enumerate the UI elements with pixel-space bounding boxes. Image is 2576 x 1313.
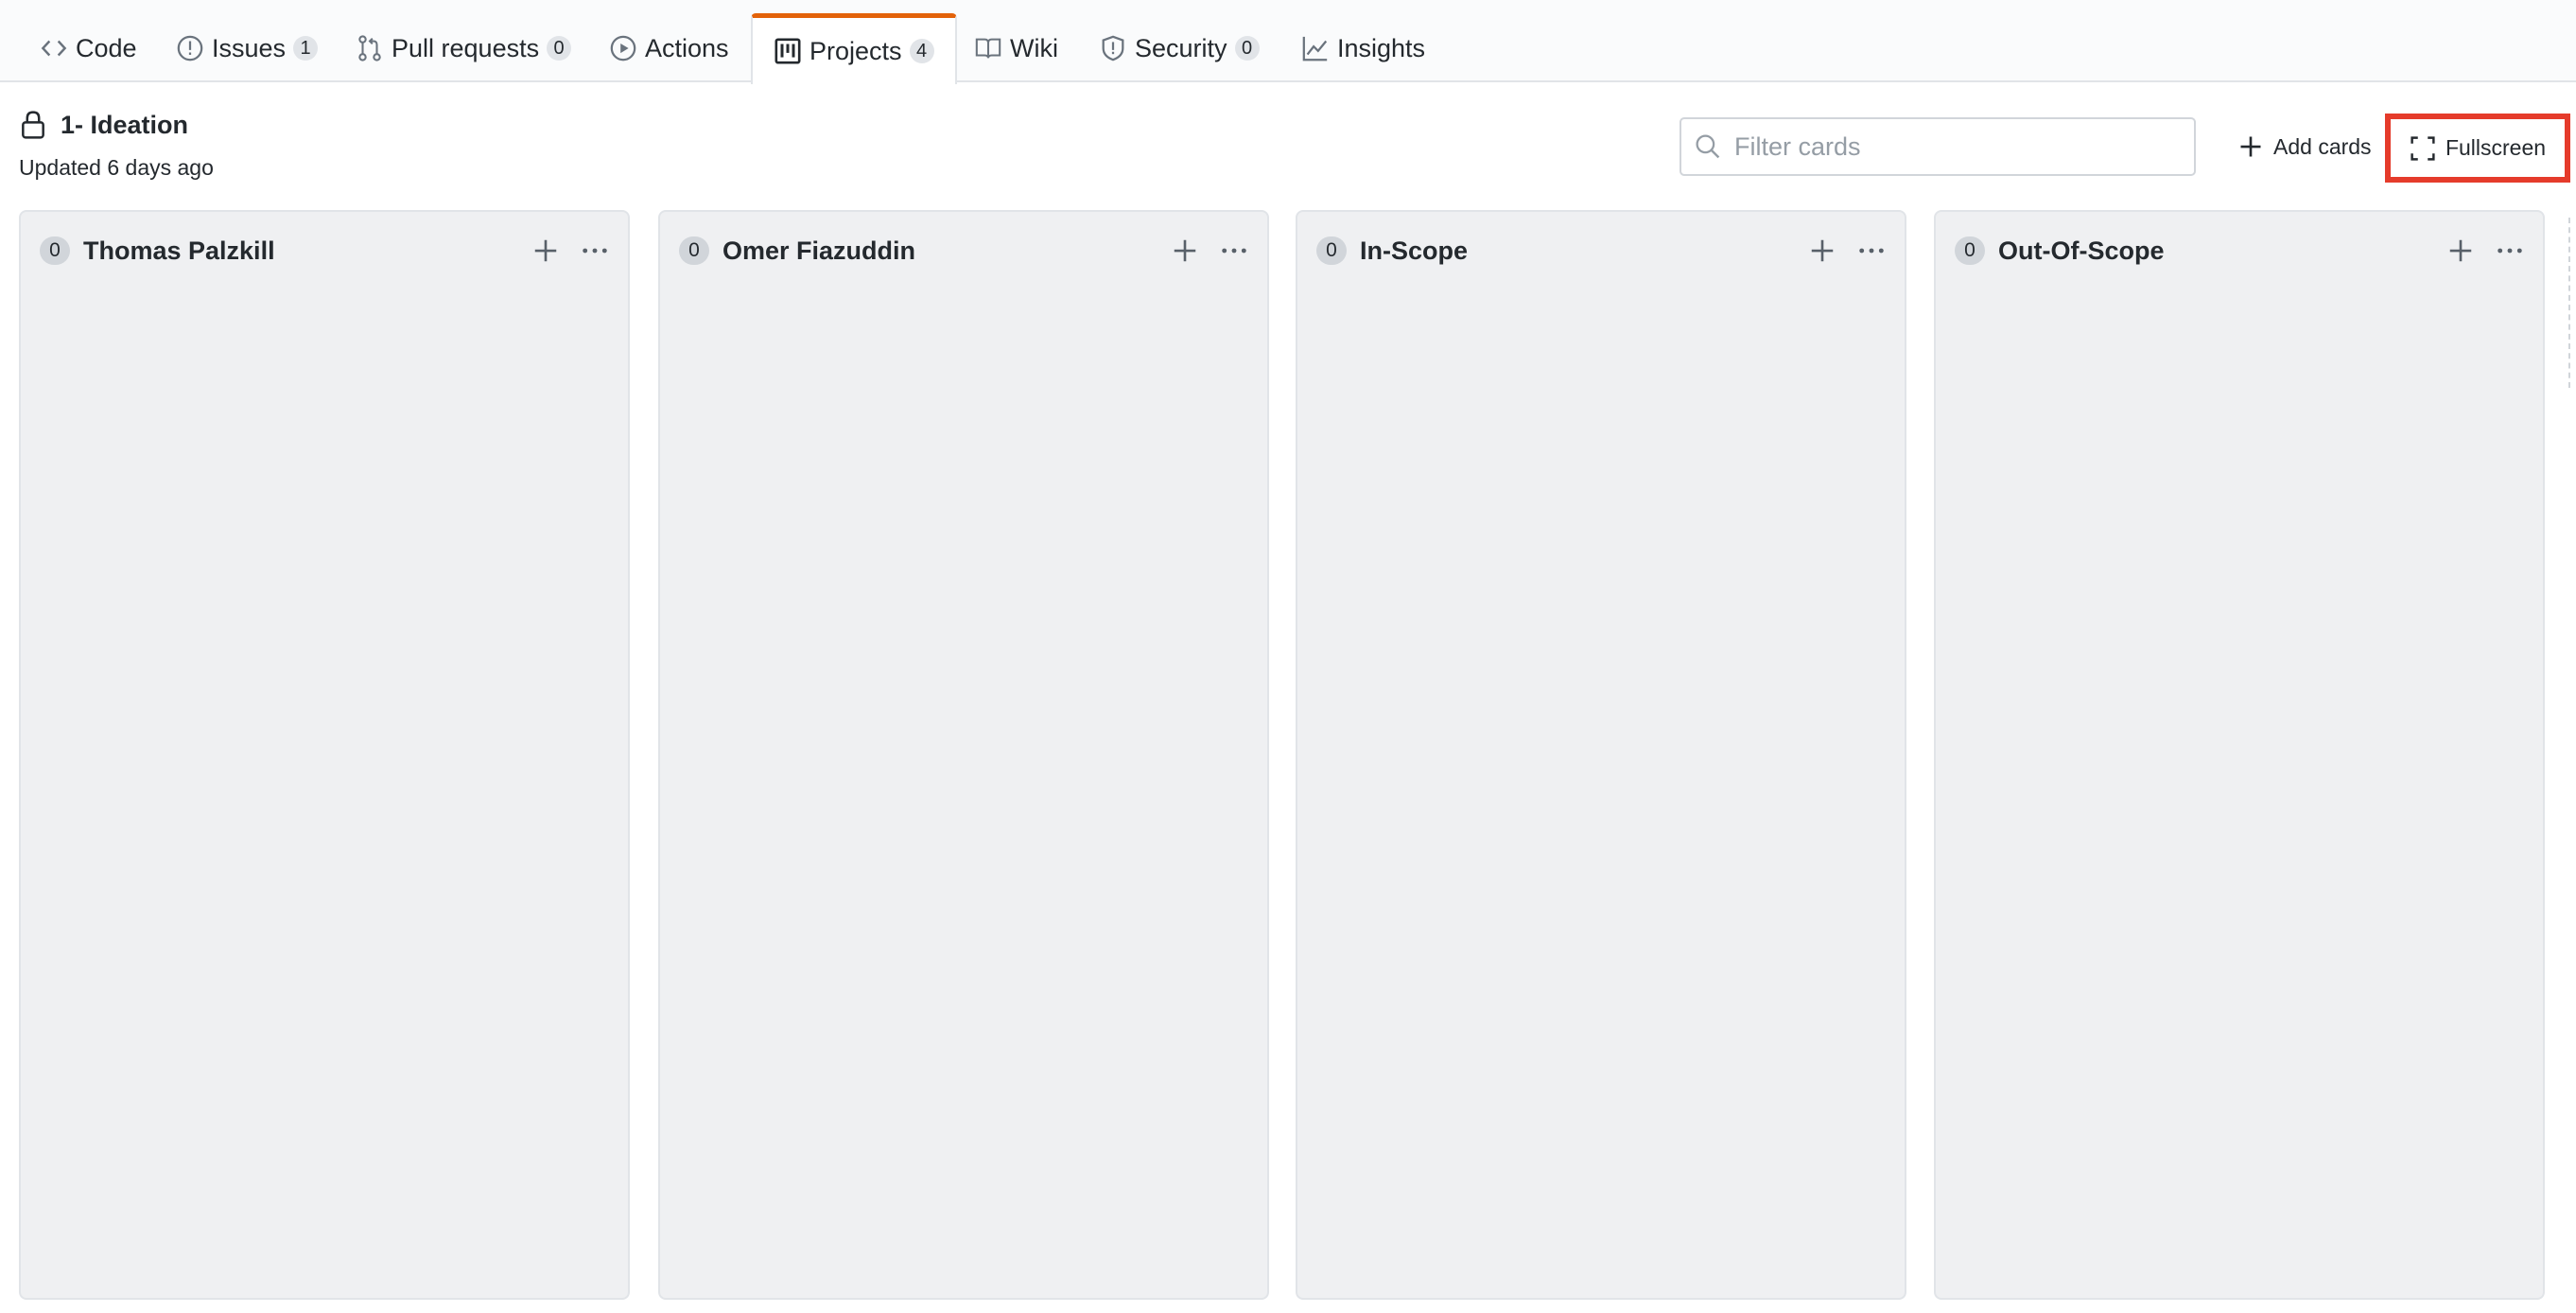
shield-icon (1099, 34, 1127, 62)
tab-label: Pull requests (392, 33, 540, 62)
graph-icon (1301, 34, 1330, 62)
tab-counter: 0 (547, 36, 572, 61)
fullscreen-icon (2411, 135, 2435, 161)
tab-label: Issues (212, 33, 287, 62)
column-menu-button[interactable] (2494, 235, 2526, 267)
project-title[interactable]: 1- Ideation (61, 111, 188, 140)
filter-cards-input[interactable] (1732, 131, 2167, 163)
lock-icon (22, 111, 44, 139)
book-icon (974, 34, 1002, 62)
project-column: 0 Out-Of-Scope (1934, 210, 2545, 1300)
search-icon (1696, 134, 1720, 159)
project-column: 0 Omer Fiazuddin (658, 210, 1269, 1300)
add-cards-label: Add cards (2273, 133, 2372, 159)
pull-request-icon (356, 34, 384, 62)
kebab-horizontal-icon (583, 248, 607, 254)
column-card-count: 0 (40, 236, 70, 265)
column-name: In-Scope (1360, 236, 1469, 265)
add-card-button[interactable] (530, 235, 562, 267)
column-card-count: 0 (1955, 236, 1985, 265)
column-actions (1152, 235, 1250, 267)
tab-pull-requests[interactable]: Pull requests 0 (356, 13, 572, 83)
repo-nav: Code Issues 1 Pull requests 0 Actions Pr… (0, 0, 2576, 84)
add-card-button[interactable] (1169, 235, 1201, 267)
project-icon (774, 37, 802, 65)
add-card-button[interactable] (1806, 235, 1838, 267)
column-card-count: 0 (679, 236, 709, 265)
code-icon (40, 34, 68, 62)
column-name: Thomas Palzkill (83, 236, 275, 265)
tab-label: Wiki (1010, 33, 1058, 62)
fullscreen-label: Fullscreen (2445, 135, 2547, 160)
plus-icon (2449, 239, 2472, 262)
kebab-horizontal-icon (2498, 248, 2522, 254)
filter-cards-field[interactable] (1680, 117, 2196, 176)
tab-code[interactable]: Code (40, 13, 137, 83)
tab-label: Actions (645, 33, 729, 62)
tab-projects[interactable]: Projects 4 (751, 13, 957, 84)
column-header: 0 Thomas Palzkill (40, 233, 611, 269)
kebab-horizontal-icon (1859, 248, 1884, 254)
plus-icon (1174, 239, 1196, 262)
column-card-count: 0 (1316, 236, 1347, 265)
tab-label: Security (1135, 33, 1227, 62)
issue-icon (176, 34, 204, 62)
column-menu-button[interactable] (1855, 235, 1888, 267)
plus-icon (1811, 239, 1834, 262)
plus-icon (534, 239, 557, 262)
column-menu-button[interactable] (1218, 235, 1250, 267)
column-actions (2428, 235, 2526, 267)
column-actions (513, 235, 611, 267)
tab-counter: 1 (293, 36, 319, 61)
tab-counter: 4 (909, 39, 934, 63)
project-title-row: 1- Ideation (19, 110, 188, 140)
tab-security[interactable]: Security 0 (1099, 13, 1260, 83)
column-actions (1789, 235, 1888, 267)
tab-label: Insights (1337, 33, 1426, 62)
column-header: 0 In-Scope (1316, 233, 1888, 269)
tab-actions[interactable]: Actions (609, 13, 729, 83)
column-name: Out-Of-Scope (1998, 236, 2165, 265)
tab-wiki[interactable]: Wiki (974, 13, 1058, 83)
fullscreen-button[interactable]: Fullscreen (2385, 114, 2570, 183)
tab-counter: 0 (1234, 36, 1260, 61)
column-name: Omer Fiazuddin (722, 236, 916, 265)
plus-icon (2240, 136, 2261, 157)
project-updated: Updated 6 days ago (19, 155, 214, 180)
project-column: 0 Thomas Palzkill (19, 210, 630, 1300)
add-cards-button[interactable]: Add cards (2237, 128, 2372, 166)
tab-label: Code (76, 33, 137, 62)
tab-label: Projects (809, 36, 902, 65)
add-card-button[interactable] (2445, 235, 2477, 267)
project-column: 0 In-Scope (1296, 210, 1906, 1300)
tab-issues[interactable]: Issues 1 (176, 13, 319, 83)
kebab-horizontal-icon (1222, 248, 1246, 254)
column-menu-button[interactable] (579, 235, 611, 267)
add-column-edge[interactable] (2568, 218, 2570, 388)
play-icon (609, 34, 637, 62)
column-header: 0 Omer Fiazuddin (679, 233, 1250, 269)
tab-insights[interactable]: Insights (1301, 13, 1425, 83)
column-header: 0 Out-Of-Scope (1955, 233, 2526, 269)
